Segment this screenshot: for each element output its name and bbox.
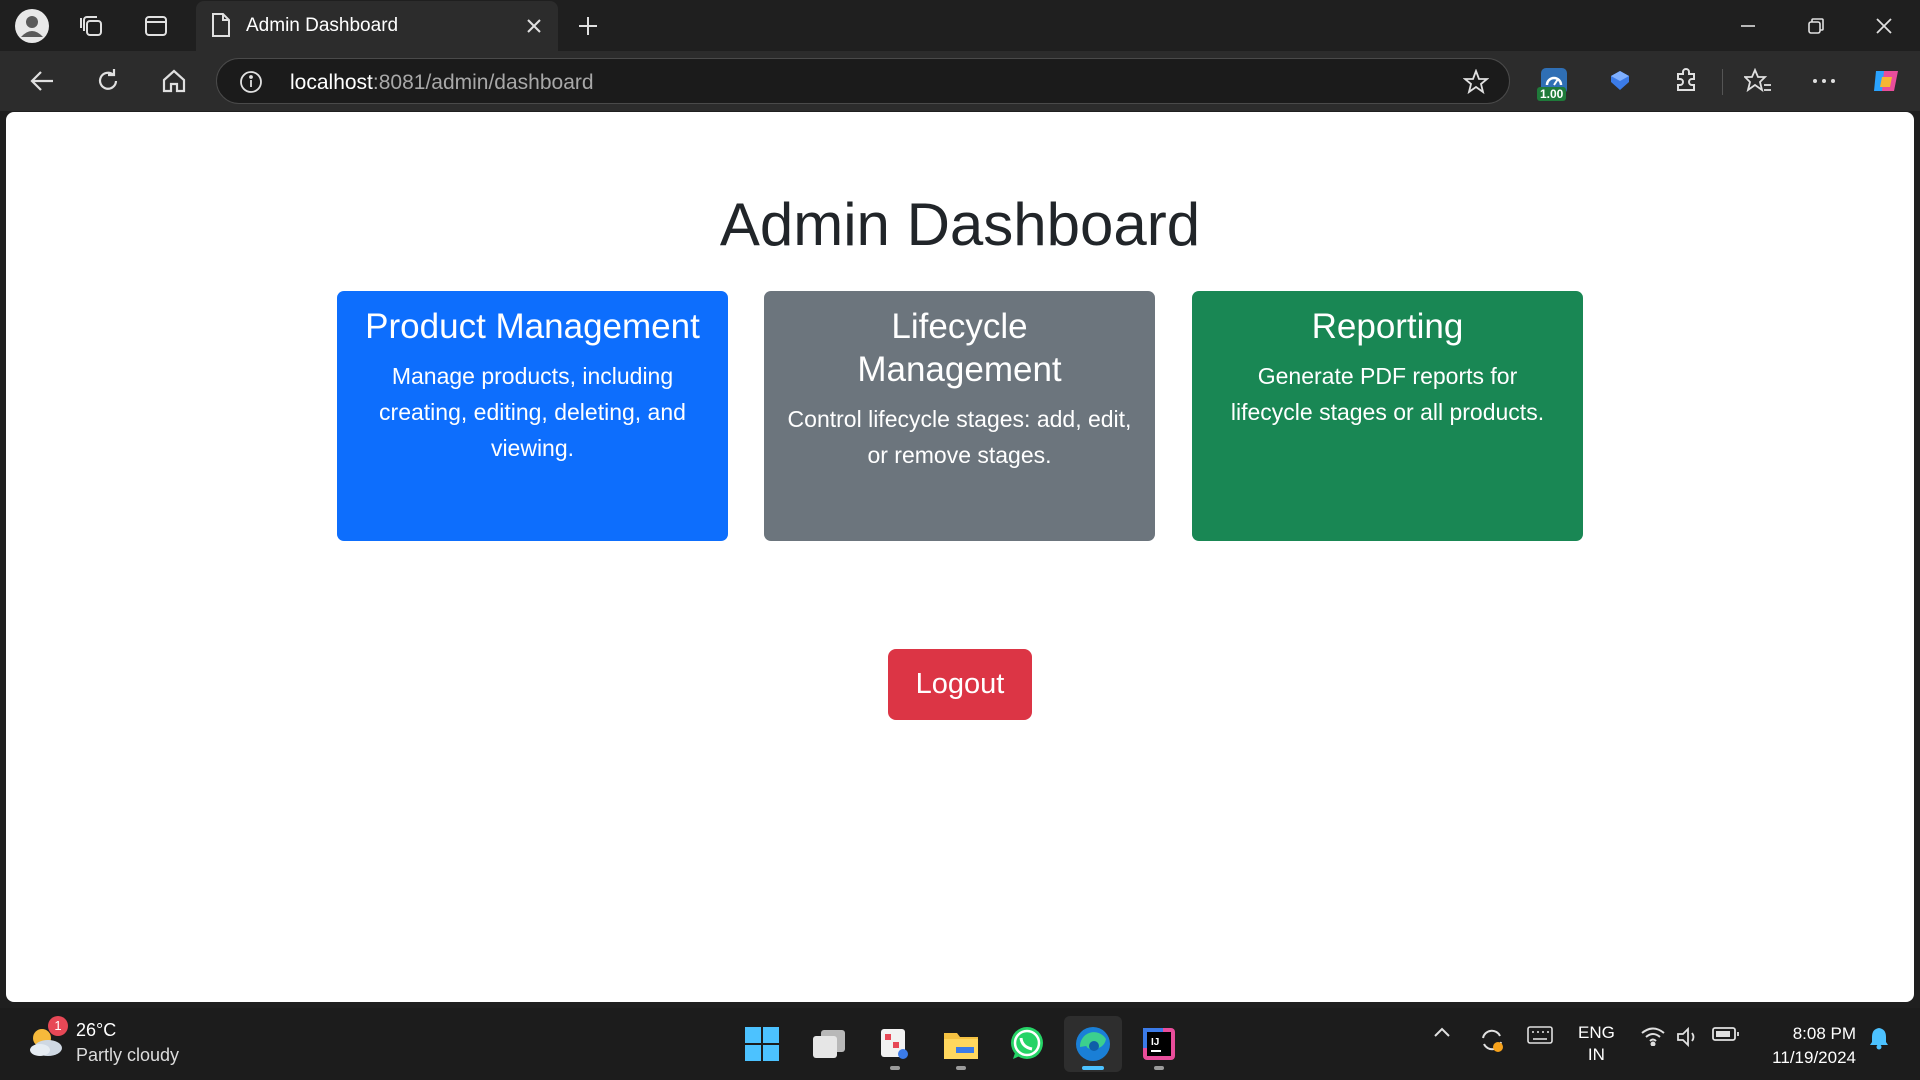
file-explorer-icon[interactable] [932, 1016, 990, 1072]
volume-icon[interactable] [1672, 1026, 1702, 1048]
snipping-tool-icon[interactable] [866, 1016, 924, 1072]
active-indicator [1082, 1066, 1104, 1070]
active-tab[interactable]: Admin Dashboard [196, 1, 558, 51]
weather-badge: 1 [48, 1016, 68, 1036]
card-description: Manage products, including creating, edi… [379, 363, 686, 461]
clock-date: 11/19/2024 [1772, 1048, 1856, 1067]
more-options-icon[interactable] [1804, 61, 1844, 101]
region-code: IN [1587, 1045, 1605, 1064]
refresh-icon[interactable] [88, 61, 128, 101]
weather-temperature: 26°C [76, 1020, 117, 1040]
product-management-card[interactable]: Product Management Manage products, incl… [337, 291, 728, 541]
tab-title: Admin Dashboard [246, 15, 399, 36]
tab-actions-icon[interactable] [138, 8, 174, 44]
home-icon[interactable] [154, 61, 194, 101]
language-indicator[interactable]: ENG IN [1578, 1022, 1615, 1066]
shield-extension-icon[interactable] [1600, 61, 1640, 101]
intellij-icon[interactable]: IJ [1130, 1016, 1188, 1072]
edge-icon[interactable] [1064, 1016, 1122, 1072]
address-bar[interactable]: localhost:8081/admin/dashboard [216, 58, 1510, 104]
favorite-star-icon[interactable] [1462, 68, 1490, 100]
language-code: ENG [1578, 1023, 1615, 1042]
windows-taskbar: 1 26°C Partly cloudy IJ ENG IN 8:08 PM 1… [0, 1008, 1920, 1080]
extension-badge: 1.00 [1537, 87, 1567, 101]
start-icon[interactable] [733, 1016, 791, 1072]
page-icon [210, 12, 232, 43]
card-description: Control lifecycle stages: add, edit, or … [787, 406, 1132, 468]
card-title: Product Management [365, 307, 700, 346]
close-tab-icon[interactable] [520, 12, 548, 40]
wifi-icon[interactable] [1638, 1026, 1668, 1046]
clock-time: 8:08 PM [1792, 1024, 1856, 1043]
restore-icon[interactable] [1782, 0, 1850, 51]
weather-description: Partly cloudy [76, 1045, 180, 1065]
reporting-card[interactable]: Reporting Generate PDF reports for lifec… [1192, 291, 1583, 541]
url-path: :8081/admin/dashboard [372, 71, 594, 94]
site-info-icon[interactable] [239, 70, 263, 99]
show-hidden-icons-chevron-icon[interactable] [1430, 1026, 1454, 1038]
svg-text:IJ: IJ [1151, 1037, 1159, 1048]
logout-button[interactable]: Logout [888, 649, 1032, 720]
page-title: Admin Dashboard [719, 191, 1201, 258]
card-description: Generate PDF reports for lifecycle stage… [1230, 363, 1545, 425]
url-host: localhost [290, 71, 373, 94]
lifecycle-management-card[interactable]: Lifecycle Management Control lifecycle s… [764, 291, 1155, 541]
running-indicator [890, 1066, 900, 1070]
card-title: Lifecycle Management [857, 307, 1062, 389]
system-clock[interactable]: 8:08 PM 11/19/2024 [1772, 1022, 1856, 1070]
url-text[interactable]: localhost:8081/admin/dashboard [290, 71, 594, 95]
whatsapp-icon[interactable] [998, 1016, 1056, 1072]
page-viewport: Admin Dashboard Product Management Manag… [6, 112, 1914, 1002]
keyboard-icon[interactable] [1524, 1026, 1556, 1044]
sync-status-icon[interactable] [1476, 1026, 1508, 1054]
browser-toolbar: localhost:8081/admin/dashboard [0, 51, 1920, 111]
minimize-icon[interactable] [1714, 0, 1782, 51]
battery-icon[interactable] [1710, 1026, 1742, 1042]
new-tab-icon[interactable] [570, 8, 606, 44]
extensions-icon[interactable] [1666, 61, 1706, 101]
browser-title-bar: Admin Dashboard [0, 0, 1920, 51]
task-view-icon[interactable] [800, 1016, 858, 1072]
profile-icon[interactable] [14, 8, 50, 44]
close-window-icon[interactable] [1850, 0, 1918, 51]
back-icon[interactable] [22, 61, 62, 101]
copilot-icon[interactable] [1866, 61, 1906, 101]
card-title: Reporting [1311, 307, 1464, 346]
toolbar-divider [1722, 69, 1723, 95]
notification-bell-icon[interactable] [1864, 1026, 1894, 1050]
favorites-icon[interactable] [1738, 61, 1778, 101]
running-indicator [1154, 1066, 1164, 1070]
workspaces-icon[interactable] [74, 8, 110, 44]
running-indicator [956, 1066, 966, 1070]
weather-widget[interactable]: 1 [26, 1016, 68, 1067]
